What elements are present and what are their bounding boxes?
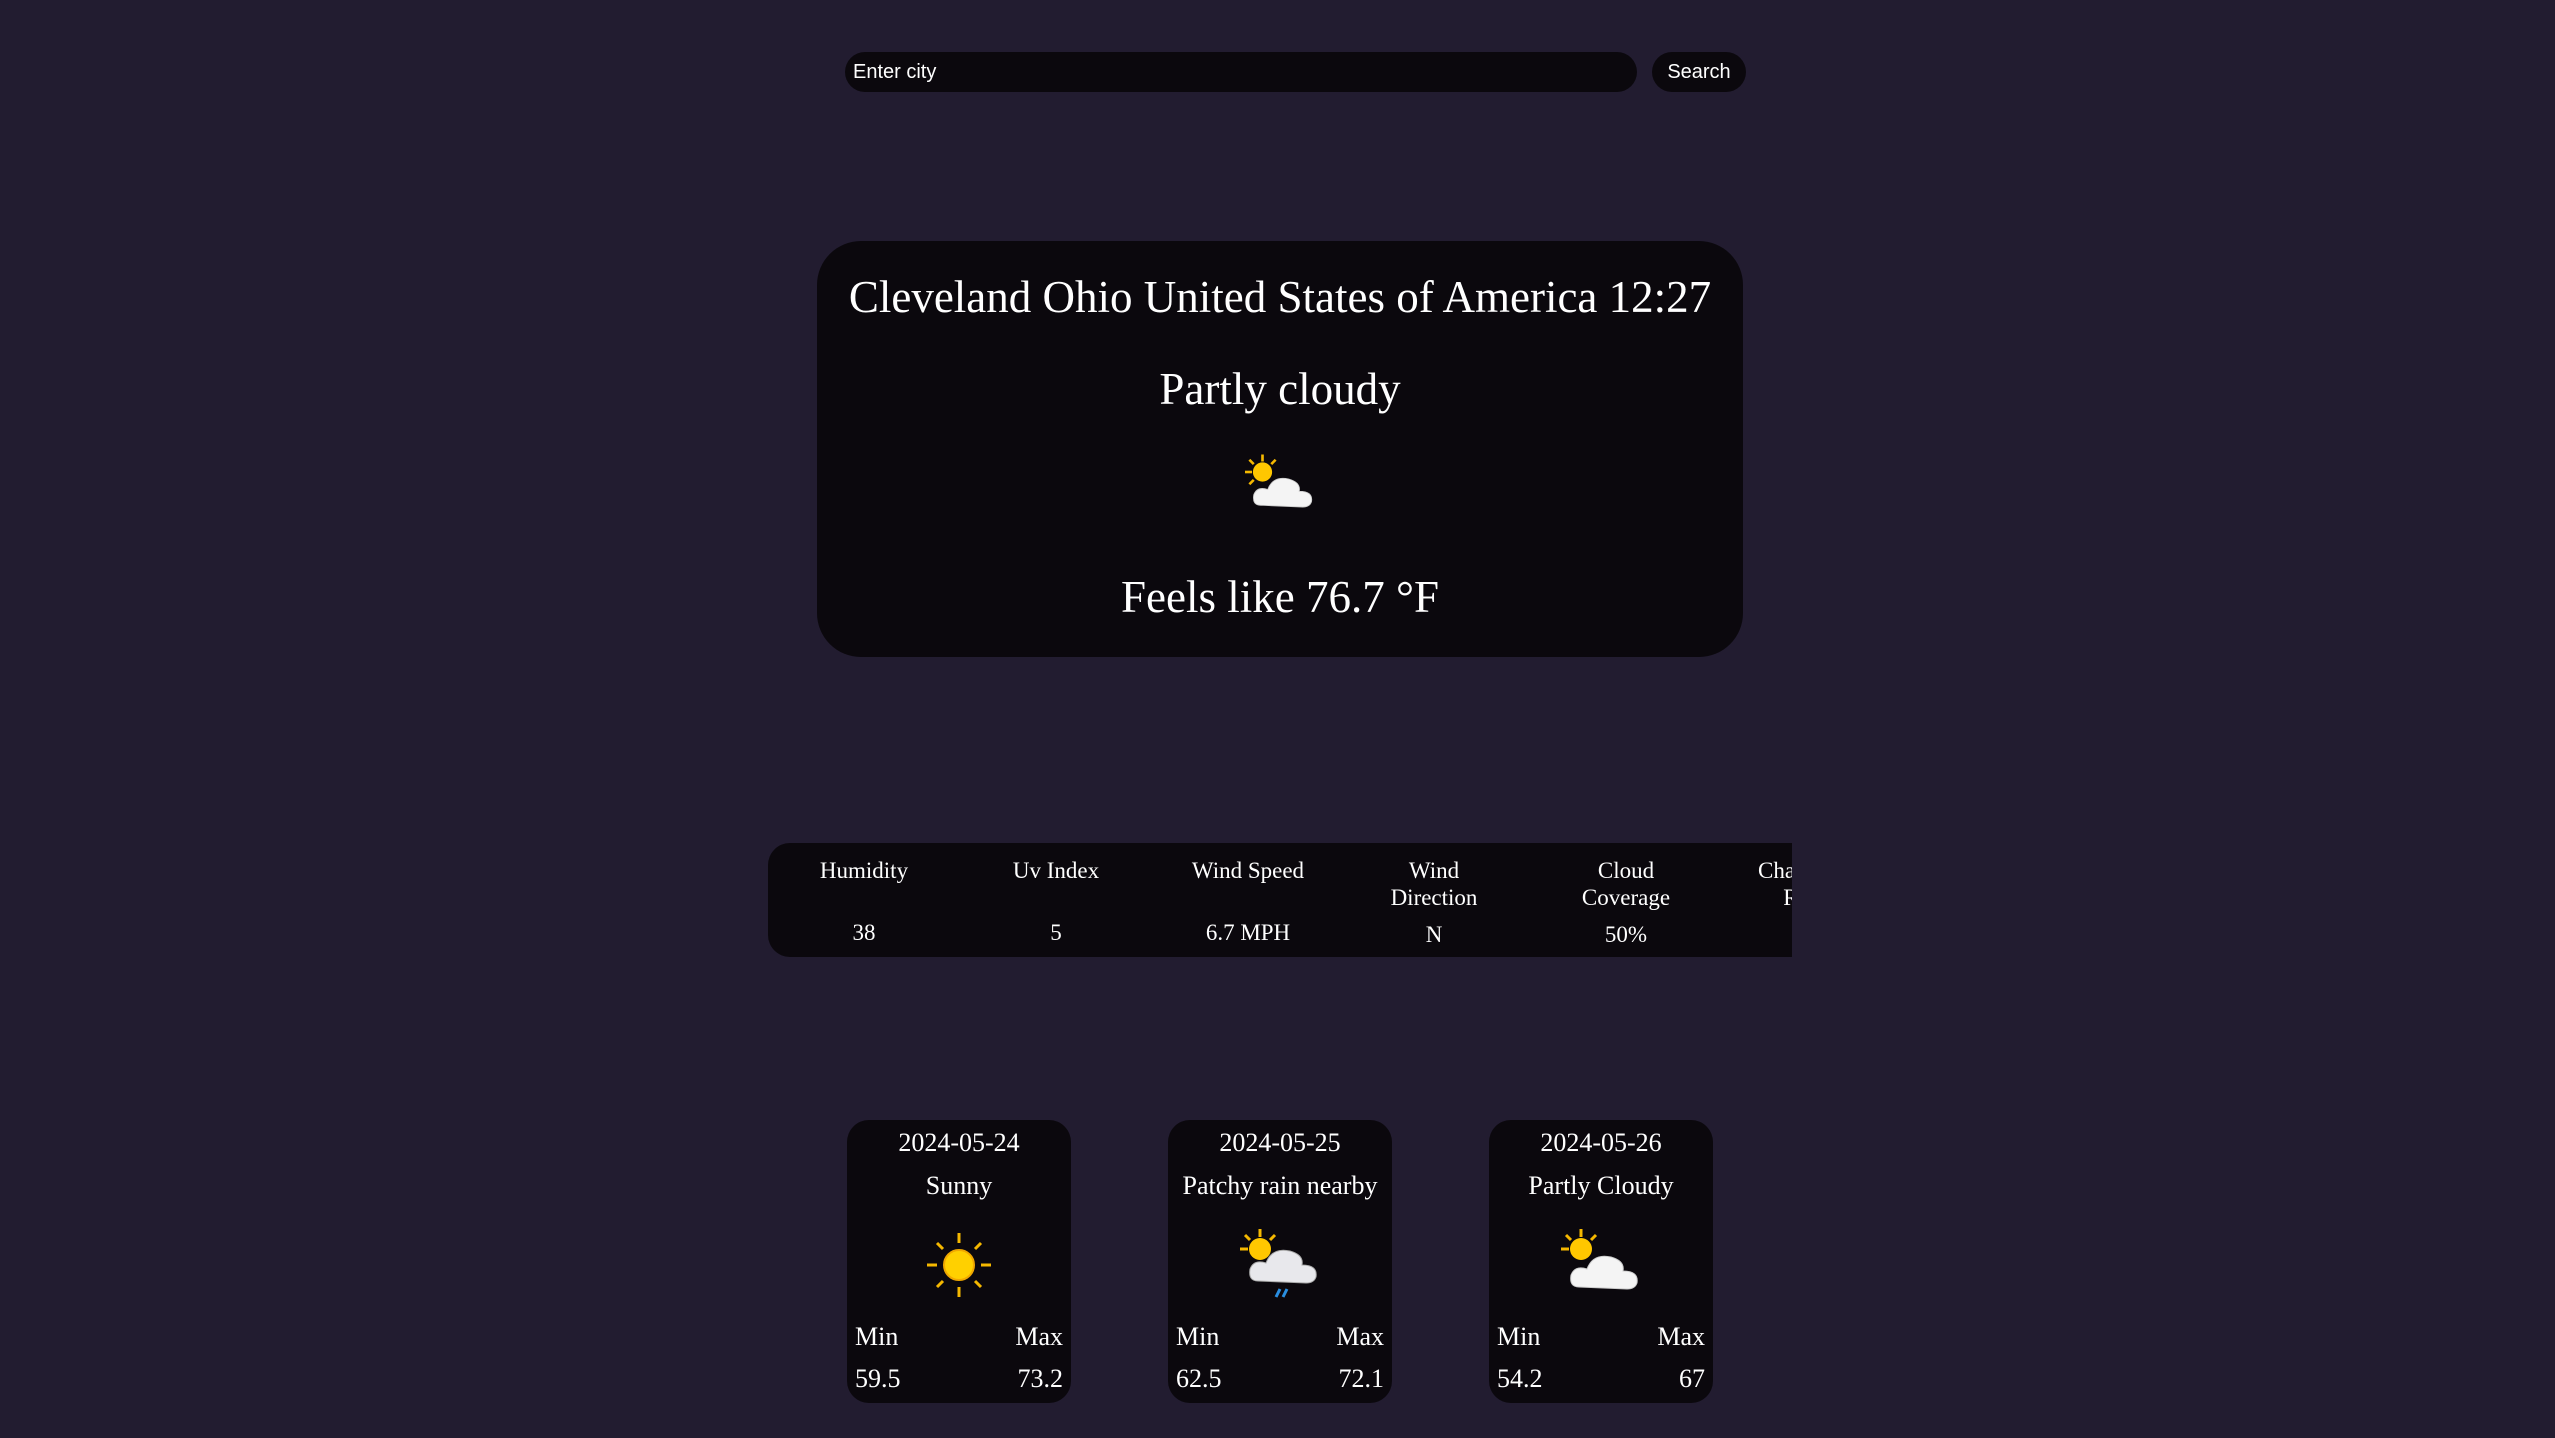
- stat-label: Uv Index: [1012, 858, 1100, 883]
- partly-cloudy-icon: [1245, 454, 1313, 508]
- sun-icon: [927, 1233, 991, 1297]
- max-label: Max: [1336, 1322, 1384, 1351]
- forecast-card: 2024-05-25 Patchy rain nearby Min Max 62…: [1168, 1120, 1392, 1403]
- current-condition: Partly cloudy: [1159, 364, 1401, 414]
- location-time: Cleveland Ohio United States of America …: [848, 272, 1712, 322]
- stat-humidity: Humidity 38: [768, 857, 960, 945]
- search-button[interactable]: Search: [1652, 52, 1746, 92]
- forecast-card: 2024-05-24 Sunny Min Max 59.5 73.2: [847, 1120, 1071, 1403]
- max-label: Max: [1015, 1322, 1063, 1351]
- city-search-input[interactable]: [845, 52, 1637, 92]
- stat-value: 0: [1745, 921, 1792, 948]
- stat-wind-direction: Wind Direction N: [1374, 857, 1494, 947]
- forecast-condition: Sunny: [925, 1171, 993, 1200]
- stat-label: Chance of Rain: [1758, 858, 1792, 910]
- stat-value: 38: [852, 920, 876, 945]
- min-value: 59.5: [855, 1364, 901, 1393]
- max-value: 73.2: [1017, 1364, 1064, 1393]
- stat-cloud-coverage: Cloud Coverage 50%: [1566, 857, 1686, 947]
- max-value: 67: [1679, 1364, 1705, 1393]
- stat-chance-of-rain: Chance of Rain0: [1745, 857, 1792, 911]
- feels-like: Feels like 76.7 °F: [1121, 572, 1439, 622]
- min-value: 54.2: [1497, 1364, 1543, 1393]
- forecast-condition: Partly Cloudy: [1528, 1171, 1674, 1200]
- forecast-condition: Patchy rain nearby: [1182, 1171, 1378, 1200]
- stat-label: Cloud Coverage: [1581, 858, 1671, 910]
- max-label: Max: [1657, 1322, 1705, 1351]
- stat-label: Wind Direction: [1390, 858, 1478, 910]
- stat-value: 5: [1050, 920, 1062, 945]
- forecast-card: 2024-05-26 Partly Cloudy Min Max 54.2 67: [1489, 1120, 1713, 1403]
- stat-uv-index: Uv Index 5: [960, 857, 1152, 945]
- stat-wind-speed: Wind Speed 6.7 MPH: [1152, 857, 1344, 945]
- current-weather-card: Cleveland Ohio United States of America …: [817, 241, 1743, 657]
- min-label: Min: [855, 1322, 899, 1351]
- stats-table: Humidity 38 Uv Index 5 Wind Speed 6.7 MPH W…: [768, 843, 1792, 957]
- patchy-rain-icon: [1240, 1229, 1317, 1298]
- stat-value: N: [1425, 922, 1443, 947]
- forecast-date: 2024-05-24: [898, 1128, 1020, 1157]
- min-value: 62.5: [1176, 1364, 1222, 1393]
- stat-label: Wind Speed: [1191, 858, 1305, 883]
- max-value: 72.1: [1338, 1364, 1385, 1393]
- forecast-date: 2024-05-26: [1540, 1128, 1662, 1157]
- partly-cloudy-icon: [1561, 1229, 1638, 1290]
- min-label: Min: [1497, 1322, 1541, 1351]
- stat-label: Humidity: [819, 858, 909, 883]
- forecast-date: 2024-05-25: [1219, 1128, 1341, 1157]
- min-label: Min: [1176, 1322, 1220, 1351]
- stat-value: 50%: [1604, 922, 1648, 947]
- stat-value: 6.7 MPH: [1205, 920, 1291, 945]
